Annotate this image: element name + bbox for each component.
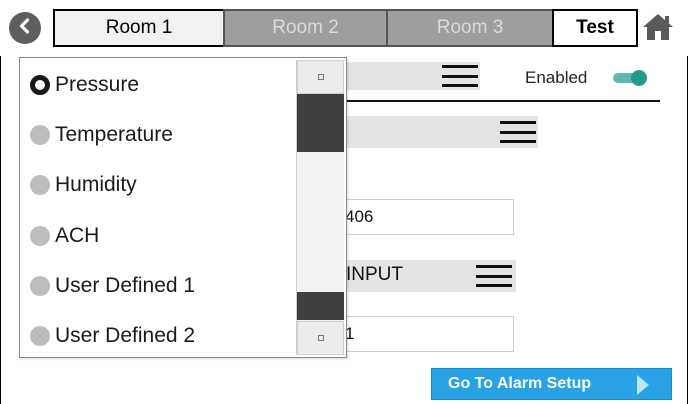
- tab-bar: Room 1 Room 2 Room 3 Test: [0, 0, 688, 56]
- home-button[interactable]: [638, 11, 678, 47]
- list-item-user-defined-1[interactable]: User Defined 1: [20, 261, 295, 311]
- hamburger-menu-icon: [442, 65, 478, 87]
- list-item-label: Pressure: [55, 73, 140, 96]
- radio-unselected-icon: [30, 326, 50, 346]
- list-item-label: User Defined 2: [55, 324, 196, 347]
- popup-scrollbar[interactable]: [296, 60, 344, 355]
- radio-unselected-icon: [30, 276, 50, 296]
- sensor-type-dropdown[interactable]: [342, 62, 480, 90]
- units-dropdown[interactable]: [342, 116, 538, 148]
- tab-label: Test: [576, 17, 614, 38]
- tab-room-1[interactable]: Room 1: [53, 9, 225, 47]
- hamburger-menu-icon: [500, 121, 536, 143]
- input-source-value: INPUT: [346, 264, 403, 285]
- scroll-up-icon[interactable]: [297, 60, 344, 94]
- tab-room-2[interactable]: Room 2: [223, 9, 388, 47]
- divider: [342, 100, 660, 102]
- list-item-pressure[interactable]: Pressure: [20, 60, 295, 110]
- enabled-toggle[interactable]: [613, 70, 647, 86]
- list-item-label: User Defined 1: [55, 274, 196, 297]
- enabled-label: Enabled: [525, 68, 588, 87]
- chevron-right-icon: [637, 375, 649, 395]
- alarm-button-label: Go To Alarm Setup: [448, 375, 592, 392]
- value-field-2[interactable]: 1: [342, 316, 514, 352]
- tab-label: Room 1: [105, 17, 173, 38]
- tab-room-3[interactable]: Room 3: [386, 9, 554, 47]
- radio-unselected-icon: [30, 226, 50, 246]
- list-item-ach[interactable]: ACH: [20, 211, 295, 261]
- scroll-thumb[interactable]: [297, 94, 344, 152]
- home-icon: [641, 12, 675, 47]
- screen: Room 1 Room 2 Room 3 Test Enabled 406 IN…: [0, 0, 688, 404]
- list-item-temperature[interactable]: Temperature: [20, 110, 295, 160]
- back-arrow-icon: [16, 17, 34, 40]
- back-button[interactable]: [9, 12, 41, 44]
- tab-label: Room 2: [272, 17, 339, 38]
- sensor-type-popup-list: Pressure Temperature Humidity ACH User D…: [19, 57, 347, 358]
- radio-unselected-icon: [30, 175, 50, 195]
- go-to-alarm-setup-button[interactable]: Go To Alarm Setup: [431, 368, 672, 400]
- radio-selected-icon: [30, 75, 50, 95]
- tab-label: Room 3: [436, 17, 504, 38]
- list-item-label: Temperature: [55, 123, 173, 146]
- value-field-1-text: 406: [345, 207, 374, 226]
- scroll-track-lower: [297, 292, 344, 320]
- input-source-dropdown[interactable]: INPUT: [342, 260, 516, 292]
- tab-test[interactable]: Test: [552, 9, 638, 47]
- hamburger-menu-icon: [476, 265, 512, 287]
- list-item-humidity[interactable]: Humidity: [20, 160, 295, 210]
- list-item-label: ACH: [55, 224, 100, 247]
- scroll-down-icon[interactable]: [297, 321, 344, 355]
- radio-unselected-icon: [30, 125, 50, 145]
- value-field-1[interactable]: 406: [342, 199, 514, 235]
- list-item-user-defined-2[interactable]: User Defined 2: [20, 311, 295, 361]
- list-item-label: Humidity: [55, 173, 137, 196]
